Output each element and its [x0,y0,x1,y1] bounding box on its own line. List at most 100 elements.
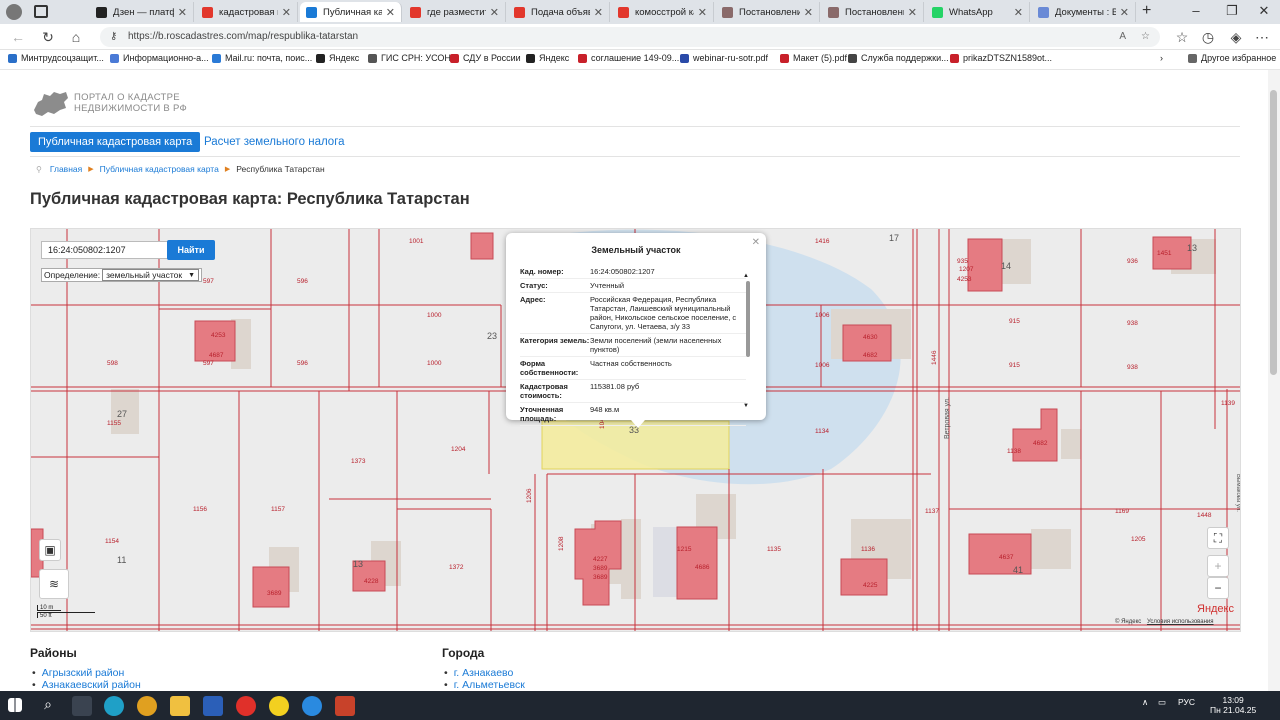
zoom-out-button[interactable]: − [1207,577,1229,599]
tab[interactable]: WhatsApp ✕ [926,2,1030,22]
parcel-label: 1207 [959,266,974,273]
bookmark-label: Mail.ru: почта, поис... [225,53,313,63]
nav-public-map-button[interactable]: Публичная кадастровая карта [30,132,201,152]
scroll-down-icon[interactable]: ▼ [743,403,749,409]
parcel-label: 4637 [999,554,1014,561]
close-window-button[interactable]: ✕ [1244,0,1280,24]
bookmark-item[interactable]: Mail.ru: почта, поис... [212,53,312,63]
city-link[interactable]: г. Азнакаево [444,667,514,679]
edge-icon[interactable] [104,696,124,716]
parcel-label: 1157 [271,506,285,513]
menu-icon[interactable]: ⋯ [1252,28,1272,46]
close-icon[interactable]: ✕ [490,6,499,19]
breadcrumb-map[interactable]: Публичная кадастровая карта [100,164,219,174]
ruler-tool-button[interactable]: ▣ [39,539,61,561]
bookmark-item[interactable]: prikazDTSZN1589ot... [950,53,1052,63]
tab[interactable]: Публичная кадаст ✕ [300,2,402,22]
tray-expand-icon[interactable]: ∧ [1142,697,1148,708]
bookmark-item[interactable]: Служба поддержки... [848,53,949,63]
workspaces-icon[interactable] [34,5,48,18]
close-icon[interactable]: ✕ [752,237,760,248]
history-icon[interactable]: ◷ [1198,28,1218,46]
favorites-icon[interactable]: ☆ [1172,28,1192,46]
fullscreen-icon[interactable]: ⛶ [1207,527,1229,549]
explorer-icon[interactable] [170,696,190,716]
new-tab-button[interactable]: + [1142,2,1151,20]
close-icon[interactable]: ✕ [282,6,291,19]
powerpoint-icon[interactable] [335,696,355,716]
close-icon[interactable]: ✕ [1014,6,1023,19]
language-indicator[interactable]: РУС [1178,697,1195,707]
bookmark-item[interactable]: Минтрудсоцзащит... [8,53,104,63]
cadastral-map[interactable]: Ветровая ул. Вымакова ул. 1001 597 596 1000… [30,228,1241,632]
find-button[interactable]: Найти [167,240,215,260]
back-icon[interactable]: ← [8,28,28,46]
profile-avatar[interactable] [6,4,22,20]
close-icon[interactable]: ✕ [1120,6,1129,19]
cadastral-search-input[interactable]: 16:24:050802:1207 [41,241,169,259]
messenger-icon[interactable] [302,696,322,716]
breadcrumb-home[interactable]: Главная [50,164,82,174]
district-link[interactable]: Азнакаевский район [32,679,141,691]
tab[interactable]: комосстрой каза ✕ [612,2,714,22]
tab[interactable]: кадастровая карт ✕ [196,2,298,22]
divider [30,126,1240,127]
bookmark-item[interactable]: СДУ в России [450,53,521,63]
bookmark-item[interactable]: webinar-ru-sotr.pdf [680,53,768,63]
close-icon[interactable]: ✕ [386,6,395,19]
page-scrollbar-thumb[interactable] [1270,90,1277,375]
bookmark-item[interactable]: ГИС СРН: УСОН [368,53,451,63]
copilot-icon[interactable]: ◈ [1226,28,1246,46]
network-icon[interactable]: ▭ [1158,697,1166,708]
reload-icon[interactable]: ↻ [38,28,58,46]
close-icon[interactable]: ✕ [908,6,917,19]
district-link[interactable]: Агрызский район [32,667,125,679]
site-logo[interactable]: ПОРТАЛ О КАДАСТРЕ НЕДВИЖИМОСТИ В РФ [32,88,187,118]
terms-link[interactable]: Условия использования [1147,619,1214,625]
word-icon[interactable] [203,696,223,716]
tab[interactable]: где разместить о ✕ [404,2,506,22]
nav-land-tax-link[interactable]: Расчет земельного налога [204,132,345,152]
popup-key: Кадастровая стоимость: [520,382,568,400]
bookmark-item[interactable]: Другое избранное [1188,53,1276,63]
zoom-in-button[interactable]: + [1207,555,1229,577]
parcel-label: 1446 [931,350,938,365]
tab[interactable]: Подача объявлен ✕ [508,2,610,22]
search-icon[interactable]: ⌕ [38,696,58,716]
tab[interactable]: Постановление К ✕ [822,2,924,22]
tab[interactable]: Документы : Все ✕ [1032,2,1136,22]
url-field[interactable]: ⚷ https://b.roscadastres.com/map/respubl… [100,27,1160,47]
bookmark-item[interactable]: Яндекс [526,53,569,63]
layers-icon[interactable]: ≋ [39,569,69,599]
start-icon[interactable] [8,698,22,712]
close-icon[interactable]: ✕ [698,6,707,19]
clock[interactable]: 13:09 Пн 21.04.25 [1210,695,1256,715]
close-icon[interactable]: ✕ [594,6,603,19]
minimize-button[interactable]: – [1176,0,1216,24]
yandex-browser-icon[interactable] [269,696,289,716]
parcel-label: 1206 [526,488,533,503]
bookmark-item[interactable]: Яндекс [316,53,359,63]
popup-key: Форма собственности: [520,359,579,377]
close-icon[interactable]: ✕ [178,6,187,19]
scroll-up-icon[interactable]: ▲ [743,273,749,279]
bookmark-item[interactable]: Информационно-а... [110,53,209,63]
parcel-label: 1448 [1197,512,1212,519]
tab[interactable]: Постановление К ✕ [716,2,820,22]
task-view-icon[interactable] [72,696,92,716]
close-icon[interactable]: ✕ [804,6,813,19]
yandex-icon[interactable] [236,696,256,716]
bookmark-item[interactable]: Макет (5).pdf [780,53,847,63]
site-info-icon[interactable]: ⚷ [110,27,117,47]
read-aloud-icon[interactable]: A [1119,27,1126,47]
popup-scrollbar[interactable] [746,281,750,357]
chrome-icon[interactable] [137,696,157,716]
scale-metric: 10 m [37,605,61,611]
bookmark-item[interactable]: соглашение 149-09... [578,53,679,63]
city-link[interactable]: г. Альметьевск [444,679,525,691]
home-icon[interactable]: ⌂ [66,28,86,46]
bookmarks-overflow-icon[interactable]: › [1160,53,1163,63]
tab[interactable]: Дзен — платформ ✕ [90,2,194,22]
favorite-star-icon[interactable]: ☆ [1141,27,1150,47]
definition-select[interactable]: земельный участок ▼ [102,269,200,281]
